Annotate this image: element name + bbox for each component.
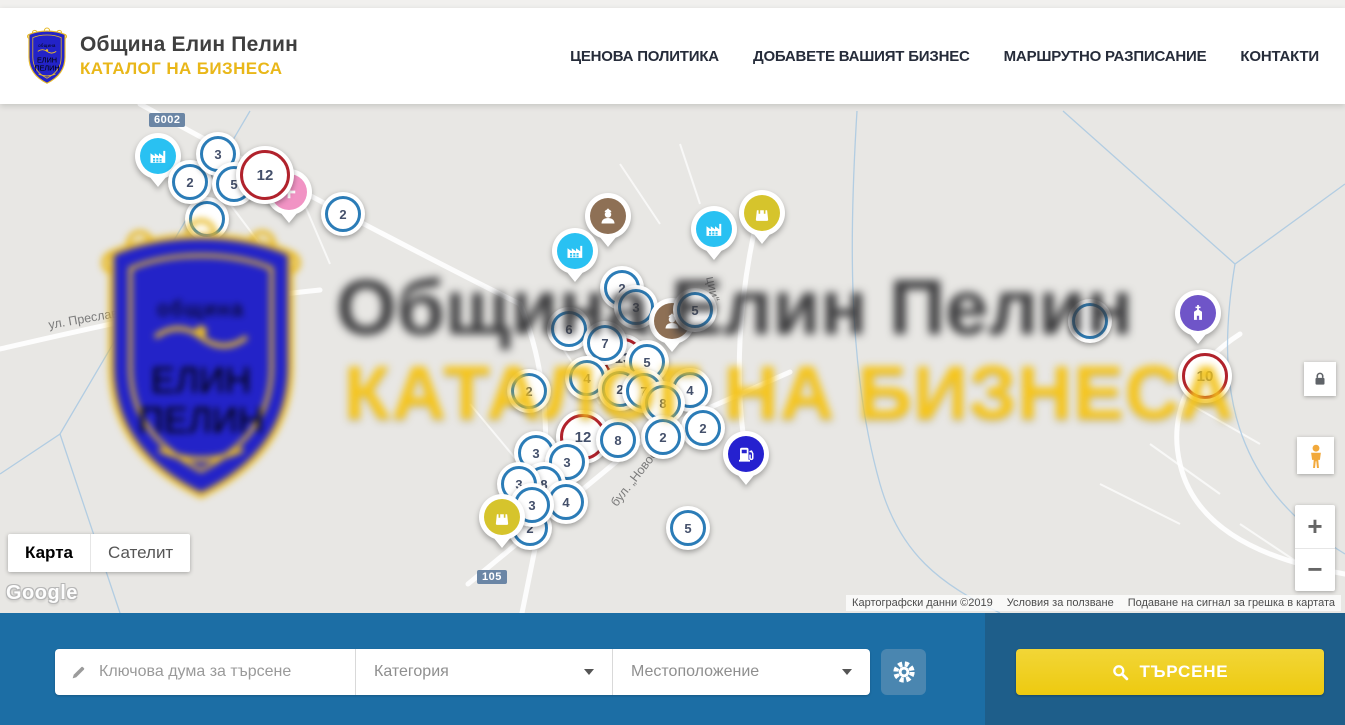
cluster-count: 2	[339, 207, 346, 222]
pegman-icon	[1303, 443, 1329, 469]
cluster-count: 4	[583, 371, 590, 386]
nav-pricing-policy[interactable]: ЦЕНОВА ПОЛИТИКА	[570, 48, 719, 65]
logo-text: Община Елин Пелин КАТАЛОГ НА БИЗНЕСА	[80, 33, 298, 79]
map-marker-cluster[interactable]: 8	[596, 418, 640, 462]
map-marker-cluster[interactable]: 2	[507, 369, 551, 413]
zoom-in-button[interactable]: +	[1295, 505, 1335, 549]
map-marker-cluster[interactable]: 2	[641, 415, 685, 459]
bag-icon	[752, 203, 772, 223]
factory-icon	[565, 241, 585, 261]
map-marker-cluster[interactable]: 5	[673, 288, 717, 332]
map-marker-pin-factory[interactable]	[552, 228, 598, 286]
map-marker-pin-bag[interactable]	[739, 190, 785, 248]
cluster-count: 6	[565, 322, 572, 337]
lock-icon	[1311, 370, 1329, 388]
location-select-label: Местоположение	[613, 663, 842, 681]
location-select[interactable]: Местоположение	[612, 649, 870, 695]
map-marker-pin-fuel[interactable]	[723, 431, 769, 489]
attribution-copyright: Картографски данни ©2019	[852, 597, 993, 609]
search-button[interactable]: ТЪРСЕНЕ	[1016, 649, 1324, 695]
road-shield-label: 105	[477, 570, 507, 584]
category-select[interactable]: Категория	[355, 649, 612, 695]
street-view-lock-button[interactable]	[1304, 362, 1336, 396]
map-type-satellite-button[interactable]: Сателит	[90, 534, 190, 572]
chevron-down-icon	[842, 669, 852, 675]
factory-icon	[704, 219, 724, 239]
map-marker-cluster[interactable]	[1068, 299, 1112, 343]
search-button-label: ТЪРСЕНЕ	[1140, 662, 1229, 682]
google-map[interactable]: Община Елин Пелин КАТАЛОГ НА БИЗНЕСА Кар…	[0, 104, 1345, 613]
cluster-count: 12	[257, 167, 274, 184]
nav-route-schedule[interactable]: МАРШРУТНО РАЗПИСАНИЕ	[1004, 48, 1207, 65]
cluster-count: 4	[686, 383, 693, 398]
map-marker-cluster[interactable]: 5	[666, 506, 710, 550]
chevron-down-icon	[584, 669, 594, 675]
nav-contacts[interactable]: КОНТАКТИ	[1240, 48, 1319, 65]
cluster-count: 3	[632, 300, 639, 315]
site-subtitle: КАТАЛОГ НА БИЗНЕСА	[80, 59, 298, 79]
cluster-count: 3	[563, 455, 570, 470]
attribution-terms-link[interactable]: Условия за ползване	[1007, 597, 1114, 609]
cluster-count: 8	[614, 433, 621, 448]
zoom-out-button[interactable]: −	[1295, 549, 1335, 592]
keyword-search-input[interactable]	[87, 663, 355, 681]
cluster-count: 2	[699, 421, 706, 436]
cluster-count: 3	[532, 446, 539, 461]
map-marker-cluster[interactable]: 2	[321, 192, 365, 236]
map-marker-pin-church[interactable]	[1175, 290, 1221, 348]
top-strip	[0, 0, 1345, 8]
search-icon	[1112, 664, 1129, 681]
map-attribution: Картографски данни ©2019 Условия за полз…	[846, 595, 1341, 611]
cluster-count: 4	[562, 495, 569, 510]
gear-icon	[892, 660, 916, 684]
search-bar: Категория Местоположение ТЪРСЕНЕ	[0, 613, 1345, 725]
factory-icon	[148, 146, 168, 166]
cluster-count: 2	[186, 175, 193, 190]
cluster-count: 3	[214, 147, 221, 162]
cluster-count: 5	[684, 521, 691, 536]
cluster-count: 2	[659, 430, 666, 445]
map-marker-pin-bag[interactable]	[479, 494, 525, 552]
church-icon	[1188, 303, 1208, 323]
header: Община Елин Пелин КАТАЛОГ НА БИЗНЕСА ЦЕН…	[0, 8, 1345, 104]
site-title: Община Елин Пелин	[80, 33, 298, 57]
map-zoom-control: + −	[1295, 505, 1335, 591]
municipality-crest-icon	[24, 26, 70, 86]
nav-add-business[interactable]: ДОБАВЕТЕ ВАШИЯТ БИЗНЕС	[753, 48, 970, 65]
map-type-control: Карта Сателит	[8, 534, 190, 572]
map-type-map-button[interactable]: Карта	[8, 534, 90, 572]
map-marker-pin-factory[interactable]	[691, 206, 737, 264]
search-fields-group: Категория Местоположение	[55, 649, 870, 695]
site-logo[interactable]: Община Елин Пелин КАТАЛОГ НА БИЗНЕСА	[24, 26, 298, 86]
page: Община Елин Пелин КАТАЛОГ НА БИЗНЕСА ЦЕН…	[0, 0, 1345, 725]
cluster-count: 2	[525, 384, 532, 399]
pegman-control[interactable]	[1297, 437, 1334, 474]
fuel-icon	[736, 444, 756, 464]
main-nav: ЦЕНОВА ПОЛИТИКА ДОБАВЕТЕ ВАШИЯТ БИЗНЕС М…	[570, 48, 1319, 65]
keyword-field	[55, 649, 355, 695]
cluster-count: 7	[601, 336, 608, 351]
attribution-report-error-link[interactable]: Подаване на сигнал за грешка в картата	[1128, 597, 1335, 609]
pencil-icon	[70, 664, 87, 681]
map-marker-cluster[interactable]: 10	[1178, 349, 1232, 403]
cluster-count: 8	[659, 396, 666, 411]
cluster-count: 10	[1197, 368, 1214, 385]
road-shield-label: 6002	[149, 113, 185, 127]
map-marker-cluster[interactable]: 2	[681, 406, 725, 450]
advanced-search-settings-button[interactable]	[881, 649, 926, 695]
worker-icon	[598, 206, 618, 226]
cluster-count: 5	[691, 303, 698, 318]
bag-icon	[492, 507, 512, 527]
google-logo[interactable]: Google	[6, 582, 78, 605]
cluster-count: 3	[528, 498, 535, 513]
category-select-label: Категория	[356, 663, 584, 681]
cluster-count: 5	[643, 355, 650, 370]
map-marker-cluster[interactable]: 12	[236, 146, 294, 204]
